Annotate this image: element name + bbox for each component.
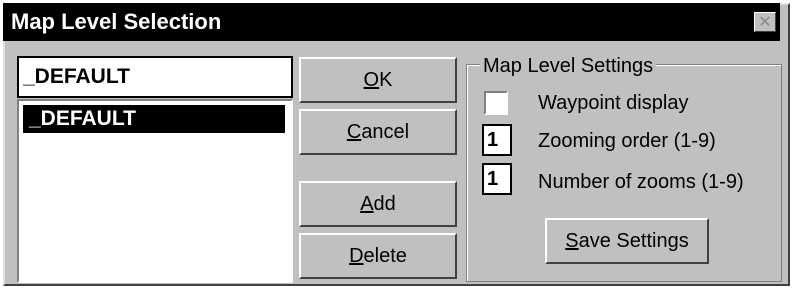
save-settings-label: ave Settings bbox=[578, 230, 689, 252]
close-button[interactable]: ✕ bbox=[754, 12, 776, 32]
level-name-input[interactable] bbox=[17, 56, 293, 98]
cancel-label: ancel bbox=[361, 121, 410, 143]
ok-label: K bbox=[379, 69, 393, 91]
add-mnemonic: A bbox=[360, 193, 374, 215]
number-of-zooms-input[interactable] bbox=[482, 163, 512, 195]
zooming-order-label: Zooming order (1-9) bbox=[538, 130, 716, 152]
close-icon: ✕ bbox=[758, 12, 772, 31]
ok-button[interactable]: OK bbox=[299, 57, 457, 103]
cancel-button[interactable]: Cancel bbox=[299, 109, 457, 155]
cancel-mnemonic: C bbox=[346, 121, 362, 143]
save-settings-button[interactable]: Save Settings bbox=[545, 218, 709, 264]
level-listbox[interactable]: _DEFAULT bbox=[17, 99, 293, 283]
save-settings-mnemonic: S bbox=[565, 230, 579, 252]
delete-button[interactable]: Delete bbox=[299, 233, 457, 279]
delete-mnemonic: D bbox=[349, 245, 364, 267]
number-of-zooms-label: Number of zooms (1-9) bbox=[538, 171, 744, 193]
title-bar[interactable]: Map Level Selection ✕ bbox=[3, 3, 780, 41]
add-label: dd bbox=[373, 193, 396, 215]
group-label: Map Level Settings bbox=[480, 55, 657, 77]
waypoint-display-checkbox[interactable] bbox=[484, 91, 508, 115]
add-button[interactable]: Add bbox=[299, 181, 457, 227]
list-item[interactable]: _DEFAULT bbox=[23, 105, 285, 133]
window-title: Map Level Selection bbox=[11, 9, 222, 34]
zooming-order-input[interactable] bbox=[482, 124, 512, 156]
waypoint-display-label: Waypoint display bbox=[538, 92, 689, 114]
delete-label: elete bbox=[363, 245, 407, 267]
ok-mnemonic: O bbox=[363, 69, 380, 91]
